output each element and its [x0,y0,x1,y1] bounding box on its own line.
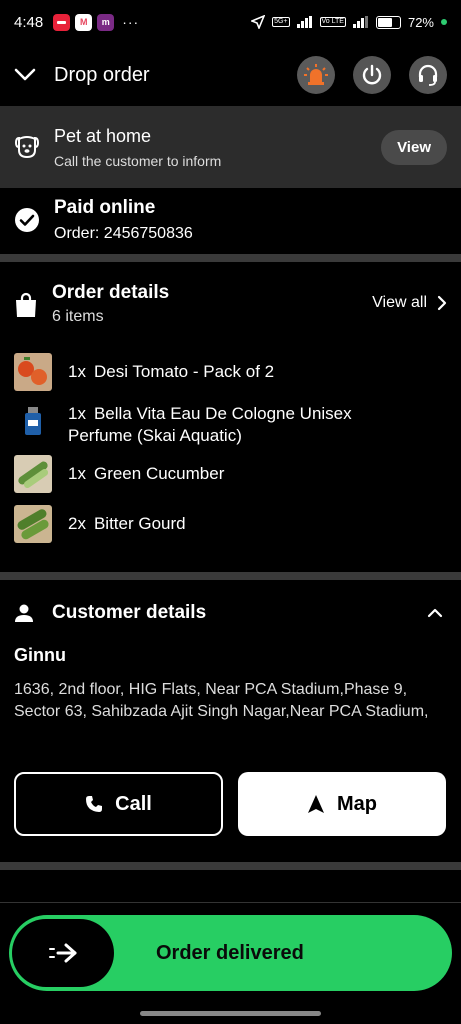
battery-icon [375,15,401,29]
item-name: Bella Vita Eau De Cologne Unisex [93,404,352,423]
item-name-line2: Perfume (Skai Aquatic) [68,426,242,445]
order-item: 1x Green Cucumber [14,455,447,493]
notification-app-icon [53,13,71,31]
chevron-up-icon[interactable] [427,608,443,618]
customer-details-title: Customer details [52,602,207,623]
item-qty: 1x [68,362,86,381]
dog-icon [14,136,40,159]
network-tag-5g: 5G+ [272,17,290,27]
order-item: 2x Bitter Gourd [14,505,447,543]
check-circle-icon [15,208,39,232]
siren-icon [304,64,328,85]
customer-address: 1636, 2nd floor, HIG Flats, Near PCA Sta… [14,681,429,720]
section-divider [0,254,461,262]
arrow-right-icon [49,943,77,963]
order-delivered-slider[interactable]: Order delivered [9,915,452,991]
order-item: 1x Bella Vita Eau De Cologne Unisex Perfu… [14,403,447,447]
bitter-gourd-thumb [14,505,52,543]
perfume-thumb [14,403,52,441]
status-indicators: 5G+ Vo LTE 72% [251,15,447,30]
item-name: Desi Tomato - Pack of 2 [93,362,275,381]
view-all-link[interactable]: View all [372,294,447,312]
myntra-app-icon: M [75,13,93,31]
top-app-bar: Drop order [0,50,461,100]
item-name: Green Cucumber [93,464,225,483]
order-item-count: 6 items [52,308,104,325]
item-qty: 1x [68,404,86,423]
navigation-arrow-icon [308,795,324,813]
call-label: Call [115,792,152,815]
view-button[interactable]: View [381,129,447,165]
call-button[interactable]: Call [14,772,223,836]
signal-icon-2 [352,16,368,28]
status-bar: 4:48 M m ··· 5G+ Vo LTE 72% [0,0,461,44]
more-notifications-icon: ··· [122,14,140,30]
order-number: Order: 2456750836 [54,225,193,242]
order-item: 1x Desi Tomato - Pack of 2 [14,353,447,391]
map-label: Map [337,792,377,815]
tomato-thumb [14,353,52,391]
payment-status: Paid online Order: 2456750836 [0,186,461,254]
pet-banner-title: Pet at home [54,125,152,146]
power-button[interactable] [353,56,391,94]
phone-icon [86,796,103,812]
item-name: Bitter Gourd [93,514,186,533]
payment-title: Paid online [54,197,156,218]
header-actions [297,56,447,94]
customer-name: Ginnu [14,645,66,665]
chevron-right-icon [437,295,447,311]
support-button[interactable] [409,56,447,94]
map-button[interactable]: Map [238,772,446,836]
item-qty: 1x [68,464,86,483]
person-icon [15,604,33,622]
privacy-indicator-dot [441,19,447,25]
bottom-sheet-separator [0,902,461,903]
slider-handle[interactable] [12,919,114,987]
headset-icon [418,64,438,86]
cucumber-thumb [14,455,52,493]
slider-label: Order delivered [156,941,304,964]
pet-banner-subtitle: Call the customer to inform [54,152,222,169]
home-indicator[interactable] [140,1011,321,1016]
meesho-app-icon: m [97,13,115,31]
view-all-label: View all [372,294,427,311]
shopping-bag-icon [16,292,36,317]
location-arrow-icon [251,15,266,29]
section-divider [0,862,461,870]
battery-percent: 72% [407,14,434,30]
item-qty: 2x [68,514,86,533]
pet-at-home-banner: Pet at home Call the customer to inform … [0,106,461,188]
page-title: Drop order [54,63,150,86]
status-time: 4:48 [14,13,44,31]
order-details-header: Order details 6 items View all [0,282,461,332]
emergency-alert-button[interactable] [297,56,335,94]
power-icon [362,64,382,85]
order-details-title: Order details [52,282,170,303]
customer-details-header[interactable]: Customer details [0,598,461,628]
network-tag-volte: Vo LTE [319,17,346,27]
signal-icon [296,16,312,28]
section-divider [0,572,461,580]
chevron-down-icon[interactable] [14,68,36,82]
